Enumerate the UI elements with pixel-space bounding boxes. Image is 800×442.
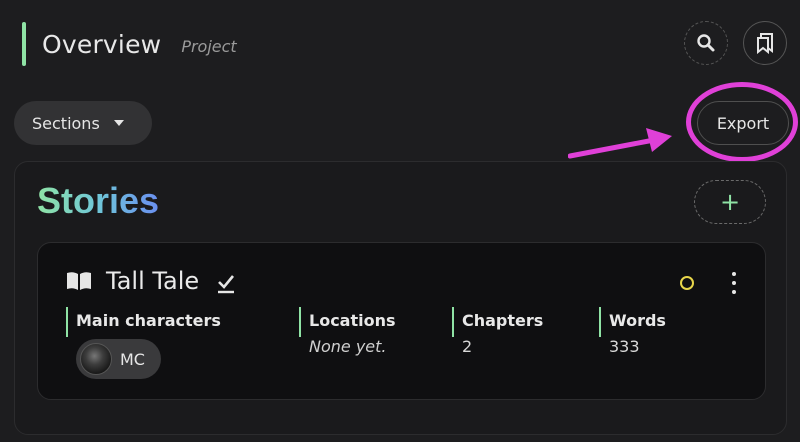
words-value: 333 (609, 337, 640, 356)
arrow-annotation (568, 128, 672, 159)
chapters-field: Chapters 2 (452, 307, 543, 356)
story-title[interactable]: Tall Tale (106, 267, 199, 295)
stories-panel: Stories + Tall Tale Main characters MC L… (14, 161, 787, 435)
main-characters-field: Main characters MC (66, 307, 221, 379)
bookmarks-icon (757, 33, 773, 54)
more-options-icon[interactable] (722, 269, 746, 297)
plus-icon: + (719, 188, 741, 216)
story-card[interactable]: Tall Tale Main characters MC Locations N… (37, 242, 766, 400)
words-field: Words 333 (599, 307, 666, 356)
add-story-button[interactable]: + (694, 180, 766, 224)
character-name: MC (120, 349, 145, 369)
locations-label: Locations (299, 307, 396, 337)
sections-dropdown[interactable]: Sections (14, 101, 152, 145)
open-book-icon (67, 272, 91, 290)
page-subtitle: Project (181, 36, 237, 56)
story-header: Tall Tale (66, 267, 235, 295)
title-accent-bar (22, 22, 26, 66)
words-label: Words (599, 307, 666, 337)
chapters-value: 2 (462, 337, 473, 356)
page-header: Overview Project (22, 22, 237, 66)
locations-value: None yet. (309, 337, 387, 356)
checkmark-icon[interactable] (217, 274, 235, 294)
caret-down-icon (113, 120, 124, 126)
export-label: Export (716, 113, 770, 133)
main-characters-label: Main characters (66, 307, 221, 337)
bookmarks-button[interactable] (743, 21, 787, 65)
export-button[interactable]: Export (697, 101, 789, 145)
stories-heading: Stories (37, 180, 160, 221)
status-indicator[interactable] (680, 276, 694, 290)
search-icon (697, 34, 715, 52)
page-title: Overview (42, 29, 162, 59)
character-chip[interactable]: MC (76, 339, 161, 379)
search-button[interactable] (684, 21, 728, 65)
avatar (80, 343, 112, 375)
locations-field: Locations None yet. (299, 307, 396, 356)
sections-label: Sections (32, 113, 100, 133)
chapters-label: Chapters (452, 307, 543, 337)
